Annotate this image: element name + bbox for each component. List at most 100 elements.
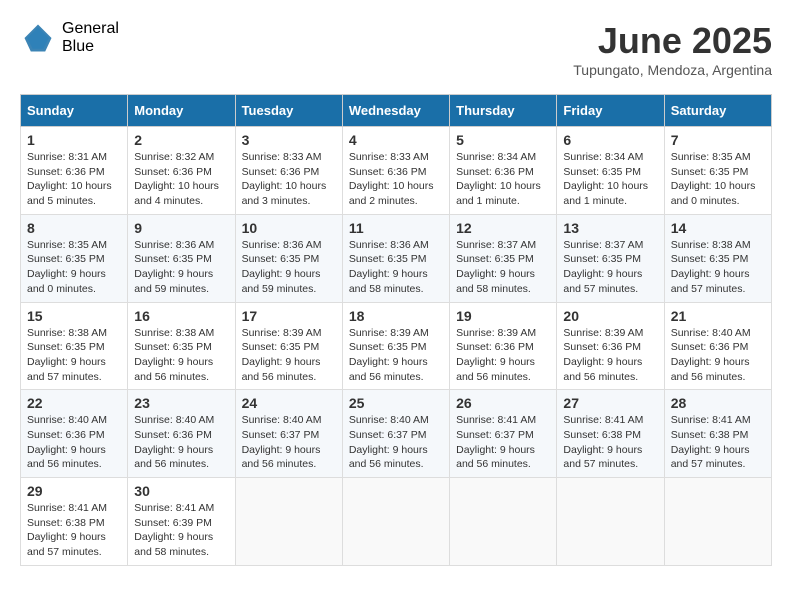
calendar-cell: 25 Sunrise: 8:40 AMSunset: 6:37 PMDayligh… bbox=[342, 390, 449, 478]
weekday-header: Thursday bbox=[450, 95, 557, 127]
day-info: Sunrise: 8:40 AMSunset: 6:37 PMDaylight:… bbox=[242, 413, 336, 472]
calendar-cell: 24 Sunrise: 8:40 AMSunset: 6:37 PMDayligh… bbox=[235, 390, 342, 478]
day-info: Sunrise: 8:38 AMSunset: 6:35 PMDaylight:… bbox=[134, 326, 228, 385]
day-info: Sunrise: 8:41 AMSunset: 6:38 PMDaylight:… bbox=[671, 413, 765, 472]
calendar-cell: 23 Sunrise: 8:40 AMSunset: 6:36 PMDayligh… bbox=[128, 390, 235, 478]
calendar-cell: 22 Sunrise: 8:40 AMSunset: 6:36 PMDayligh… bbox=[21, 390, 128, 478]
title-block: June 2025 Tupungato, Mendoza, Argentina bbox=[573, 20, 772, 78]
day-info: Sunrise: 8:39 AMSunset: 6:35 PMDaylight:… bbox=[242, 326, 336, 385]
calendar-table: SundayMondayTuesdayWednesdayThursdayFrid… bbox=[20, 94, 772, 566]
calendar-cell: 16 Sunrise: 8:38 AMSunset: 6:35 PMDayligh… bbox=[128, 302, 235, 390]
day-number: 30 bbox=[134, 483, 228, 499]
day-info: Sunrise: 8:37 AMSunset: 6:35 PMDaylight:… bbox=[456, 238, 550, 297]
day-number: 24 bbox=[242, 395, 336, 411]
month-title: June 2025 bbox=[573, 20, 772, 62]
logo-blue: Blue bbox=[62, 38, 119, 56]
weekday-header-row: SundayMondayTuesdayWednesdayThursdayFrid… bbox=[21, 95, 772, 127]
day-number: 21 bbox=[671, 308, 765, 324]
day-number: 4 bbox=[349, 132, 443, 148]
day-number: 27 bbox=[563, 395, 657, 411]
day-number: 8 bbox=[27, 220, 121, 236]
day-number: 23 bbox=[134, 395, 228, 411]
day-info: Sunrise: 8:40 AMSunset: 6:36 PMDaylight:… bbox=[671, 326, 765, 385]
weekday-header: Wednesday bbox=[342, 95, 449, 127]
day-number: 19 bbox=[456, 308, 550, 324]
calendar-cell: 21 Sunrise: 8:40 AMSunset: 6:36 PMDayligh… bbox=[664, 302, 771, 390]
day-info: Sunrise: 8:38 AMSunset: 6:35 PMDaylight:… bbox=[27, 326, 121, 385]
day-info: Sunrise: 8:40 AMSunset: 6:37 PMDaylight:… bbox=[349, 413, 443, 472]
day-number: 2 bbox=[134, 132, 228, 148]
day-info: Sunrise: 8:41 AMSunset: 6:38 PMDaylight:… bbox=[563, 413, 657, 472]
day-number: 6 bbox=[563, 132, 657, 148]
calendar-cell: 5 Sunrise: 8:34 AMSunset: 6:36 PMDaylight… bbox=[450, 127, 557, 215]
day-info: Sunrise: 8:39 AMSunset: 6:36 PMDaylight:… bbox=[563, 326, 657, 385]
calendar-cell: 28 Sunrise: 8:41 AMSunset: 6:38 PMDayligh… bbox=[664, 390, 771, 478]
day-number: 25 bbox=[349, 395, 443, 411]
day-number: 1 bbox=[27, 132, 121, 148]
day-info: Sunrise: 8:37 AMSunset: 6:35 PMDaylight:… bbox=[563, 238, 657, 297]
calendar-cell: 1Sunrise: 8:31 AMSunset: 6:36 PMDaylight… bbox=[21, 127, 128, 215]
calendar-cell: 11Sunrise: 8:36 AMSunset: 6:35 PMDayligh… bbox=[342, 214, 449, 302]
calendar-cell: 6 Sunrise: 8:34 AMSunset: 6:35 PMDaylight… bbox=[557, 127, 664, 215]
day-info: Sunrise: 8:35 AMSunset: 6:35 PMDaylight:… bbox=[27, 238, 121, 297]
day-number: 26 bbox=[456, 395, 550, 411]
day-info: Sunrise: 8:36 AMSunset: 6:35 PMDaylight:… bbox=[242, 238, 336, 297]
calendar-cell: 3Sunrise: 8:33 AMSunset: 6:36 PMDaylight… bbox=[235, 127, 342, 215]
day-number: 22 bbox=[27, 395, 121, 411]
calendar-cell: 13 Sunrise: 8:37 AMSunset: 6:35 PMDayligh… bbox=[557, 214, 664, 302]
weekday-header: Monday bbox=[128, 95, 235, 127]
day-number: 13 bbox=[563, 220, 657, 236]
calendar-cell: 26 Sunrise: 8:41 AMSunset: 6:37 PMDayligh… bbox=[450, 390, 557, 478]
calendar-cell bbox=[342, 478, 449, 566]
calendar-cell: 8 Sunrise: 8:35 AMSunset: 6:35 PMDaylight… bbox=[21, 214, 128, 302]
calendar-cell: 17Sunrise: 8:39 AMSunset: 6:35 PMDayligh… bbox=[235, 302, 342, 390]
day-info: Sunrise: 8:34 AMSunset: 6:35 PMDaylight:… bbox=[563, 150, 657, 209]
weekday-header: Friday bbox=[557, 95, 664, 127]
weekday-header: Tuesday bbox=[235, 95, 342, 127]
calendar-cell bbox=[235, 478, 342, 566]
calendar-cell: 15 Sunrise: 8:38 AMSunset: 6:35 PMDayligh… bbox=[21, 302, 128, 390]
calendar-cell: 30 Sunrise: 8:41 AMSunset: 6:39 PMDayligh… bbox=[128, 478, 235, 566]
calendar-cell: 29Sunrise: 8:41 AMSunset: 6:38 PMDayligh… bbox=[21, 478, 128, 566]
calendar-week-row: 1Sunrise: 8:31 AMSunset: 6:36 PMDaylight… bbox=[21, 127, 772, 215]
day-number: 9 bbox=[134, 220, 228, 236]
day-number: 29 bbox=[27, 483, 121, 499]
day-info: Sunrise: 8:40 AMSunset: 6:36 PMDaylight:… bbox=[27, 413, 121, 472]
calendar-cell: 18 Sunrise: 8:39 AMSunset: 6:35 PMDayligh… bbox=[342, 302, 449, 390]
day-info: Sunrise: 8:41 AMSunset: 6:39 PMDaylight:… bbox=[134, 501, 228, 560]
day-info: Sunrise: 8:39 AMSunset: 6:35 PMDaylight:… bbox=[349, 326, 443, 385]
calendar-cell: 2Sunrise: 8:32 AMSunset: 6:36 PMDaylight… bbox=[128, 127, 235, 215]
calendar-cell: 19Sunrise: 8:39 AMSunset: 6:36 PMDayligh… bbox=[450, 302, 557, 390]
day-info: Sunrise: 8:36 AMSunset: 6:35 PMDaylight:… bbox=[134, 238, 228, 297]
day-info: Sunrise: 8:38 AMSunset: 6:35 PMDaylight:… bbox=[671, 238, 765, 297]
calendar-cell: 7Sunrise: 8:35 AMSunset: 6:35 PMDaylight… bbox=[664, 127, 771, 215]
day-number: 18 bbox=[349, 308, 443, 324]
calendar-cell: 10Sunrise: 8:36 AMSunset: 6:35 PMDayligh… bbox=[235, 214, 342, 302]
day-info: Sunrise: 8:33 AMSunset: 6:36 PMDaylight:… bbox=[349, 150, 443, 209]
calendar-week-row: 22 Sunrise: 8:40 AMSunset: 6:36 PMDayligh… bbox=[21, 390, 772, 478]
day-info: Sunrise: 8:35 AMSunset: 6:35 PMDaylight:… bbox=[671, 150, 765, 209]
calendar-week-row: 15 Sunrise: 8:38 AMSunset: 6:35 PMDayligh… bbox=[21, 302, 772, 390]
day-number: 5 bbox=[456, 132, 550, 148]
day-info: Sunrise: 8:41 AMSunset: 6:37 PMDaylight:… bbox=[456, 413, 550, 472]
calendar-week-row: 29Sunrise: 8:41 AMSunset: 6:38 PMDayligh… bbox=[21, 478, 772, 566]
day-info: Sunrise: 8:33 AMSunset: 6:36 PMDaylight:… bbox=[242, 150, 336, 209]
calendar-cell bbox=[557, 478, 664, 566]
logo-text: General Blue bbox=[62, 20, 119, 55]
day-number: 12 bbox=[456, 220, 550, 236]
day-number: 20 bbox=[563, 308, 657, 324]
calendar-cell bbox=[450, 478, 557, 566]
logo: General Blue bbox=[20, 20, 119, 56]
day-info: Sunrise: 8:40 AMSunset: 6:36 PMDaylight:… bbox=[134, 413, 228, 472]
calendar-cell: 27 Sunrise: 8:41 AMSunset: 6:38 PMDayligh… bbox=[557, 390, 664, 478]
location-subtitle: Tupungato, Mendoza, Argentina bbox=[573, 62, 772, 78]
day-number: 15 bbox=[27, 308, 121, 324]
day-number: 16 bbox=[134, 308, 228, 324]
day-info: Sunrise: 8:34 AMSunset: 6:36 PMDaylight:… bbox=[456, 150, 550, 209]
calendar-cell bbox=[664, 478, 771, 566]
calendar-cell: 14Sunrise: 8:38 AMSunset: 6:35 PMDayligh… bbox=[664, 214, 771, 302]
calendar-cell: 20 Sunrise: 8:39 AMSunset: 6:36 PMDayligh… bbox=[557, 302, 664, 390]
weekday-header: Saturday bbox=[664, 95, 771, 127]
day-number: 28 bbox=[671, 395, 765, 411]
weekday-header: Sunday bbox=[21, 95, 128, 127]
